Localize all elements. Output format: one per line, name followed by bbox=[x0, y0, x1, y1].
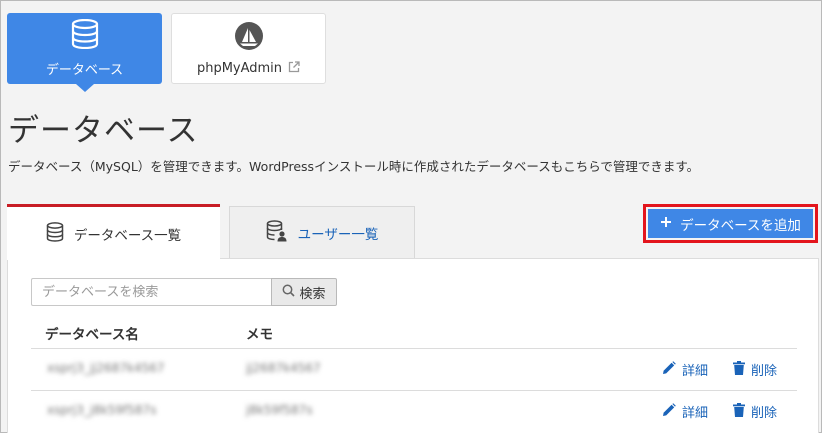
pencil-icon bbox=[662, 402, 676, 421]
database-name-cell: xsprj3_j8k59f587s bbox=[47, 403, 157, 417]
pencil-icon bbox=[662, 360, 676, 379]
column-header-database-name: データベース名 bbox=[45, 327, 139, 343]
database-icon bbox=[46, 221, 64, 246]
phpmyadmin-tile-label: phpMyAdmin bbox=[196, 61, 283, 76]
page-description: データベース（MySQL）を管理できます。WordPressインストール時に作成… bbox=[8, 159, 700, 174]
tab-user-list-label: ユーザー一覧 bbox=[297, 227, 379, 243]
add-database-highlight: データベースを追加 bbox=[643, 204, 818, 243]
row-delete-label: 削除 bbox=[751, 406, 778, 421]
external-link-icon bbox=[288, 60, 300, 77]
search-button[interactable]: 検索 bbox=[271, 278, 337, 306]
plus-icon bbox=[660, 216, 672, 232]
table-row: xsprj3_jj2687k4567 jj2687k4567 詳細 削除 bbox=[31, 349, 797, 390]
table-row: xsprj3_j8k59f587s j8k59f587s 詳細 削除 bbox=[31, 391, 797, 432]
database-user-icon bbox=[266, 220, 288, 246]
row-details-label: 詳細 bbox=[682, 364, 709, 379]
page-title: データベース bbox=[8, 113, 199, 149]
phpmyadmin-sailboat-icon bbox=[234, 21, 264, 55]
database-list-panel: 検索 データベース名 メモ xsprj3_jj2687k4567 jj2687k… bbox=[7, 258, 819, 433]
tab-database-list[interactable]: データベース一覧 bbox=[7, 204, 220, 260]
add-database-button-label: データベースを追加 bbox=[680, 217, 801, 234]
trash-icon bbox=[733, 402, 745, 421]
row-details-link[interactable]: 詳細 bbox=[662, 402, 708, 421]
tab-user-list[interactable]: ユーザー一覧 bbox=[229, 206, 415, 259]
row-delete-label: 削除 bbox=[751, 364, 778, 379]
memo-cell: j8k59f587s bbox=[246, 403, 313, 417]
row-details-label: 詳細 bbox=[682, 406, 709, 421]
row-delete-link[interactable]: 削除 bbox=[733, 360, 777, 379]
column-header-memo: メモ bbox=[246, 327, 273, 343]
tab-database-list-label: データベース一覧 bbox=[73, 227, 182, 244]
database-icon bbox=[71, 18, 99, 53]
add-database-button[interactable]: データベースを追加 bbox=[648, 209, 813, 238]
database-tile[interactable]: データベース bbox=[7, 13, 162, 92]
search-button-label: 検索 bbox=[299, 286, 326, 302]
row-details-link[interactable]: 詳細 bbox=[662, 360, 708, 379]
database-name-cell: xsprj3_jj2687k4567 bbox=[47, 361, 165, 375]
row-delete-link[interactable]: 削除 bbox=[733, 402, 777, 421]
database-search-input[interactable] bbox=[31, 278, 272, 306]
database-tile-label: データベース bbox=[45, 63, 124, 78]
trash-icon bbox=[733, 360, 745, 379]
memo-cell: jj2687k4567 bbox=[246, 361, 321, 375]
search-icon bbox=[282, 284, 296, 301]
phpmyadmin-tile[interactable]: phpMyAdmin bbox=[171, 13, 326, 84]
